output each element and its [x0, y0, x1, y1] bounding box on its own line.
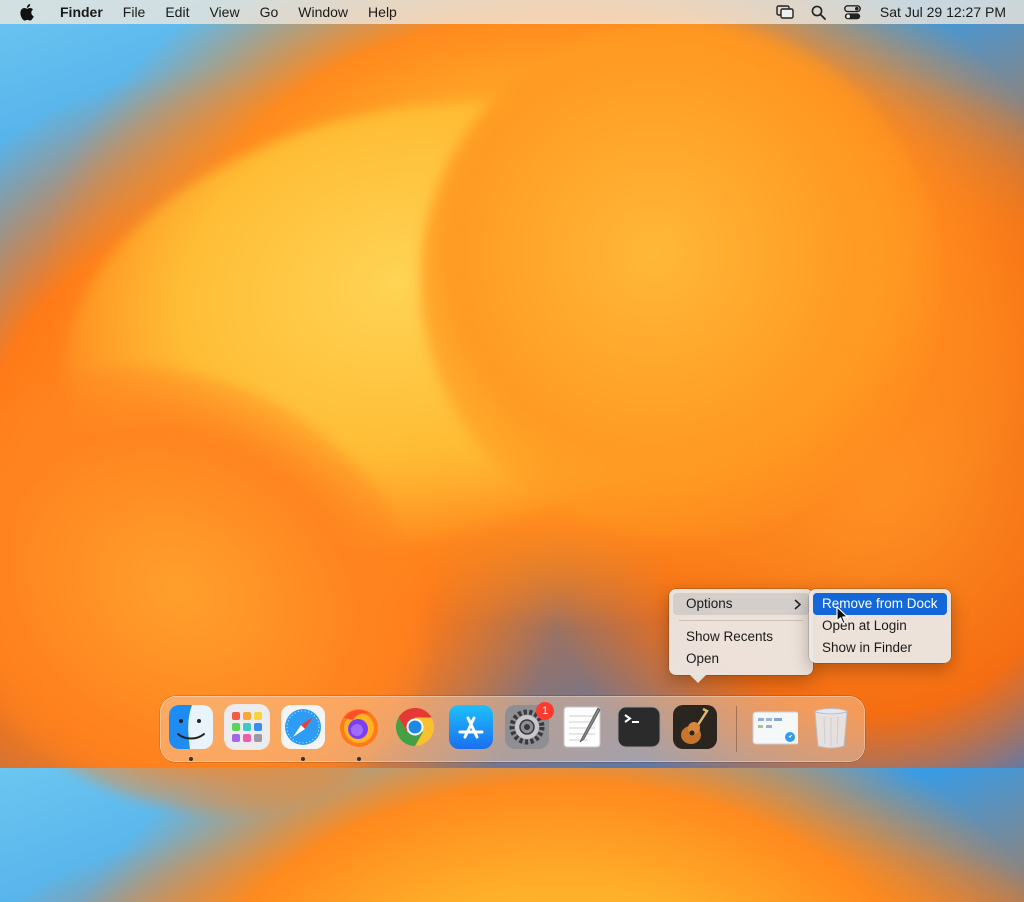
finder-icon	[169, 705, 213, 749]
chevron-right-icon	[794, 593, 802, 615]
menu-file[interactable]: File	[113, 0, 156, 24]
launchpad-icon	[225, 705, 269, 749]
notification-badge: 1	[536, 702, 554, 720]
menu-item-options[interactable]: Options	[673, 593, 809, 615]
menu-edit[interactable]: Edit	[155, 0, 199, 24]
menu-window[interactable]: Window	[288, 0, 358, 24]
downloads-stack-icon	[752, 711, 800, 745]
garageband-icon	[673, 705, 717, 749]
dock-app-app-store[interactable]	[448, 704, 494, 750]
chrome-icon	[395, 707, 434, 747]
search-icon[interactable]	[808, 2, 830, 22]
dock-app-terminal[interactable]	[616, 704, 662, 750]
menu-view[interactable]: View	[199, 0, 249, 24]
terminal-icon	[617, 706, 661, 748]
menu-item-remove-from-dock[interactable]: Remove from Dock	[813, 593, 947, 615]
menu-go[interactable]: Go	[250, 0, 289, 24]
textedit-icon	[563, 706, 601, 748]
menu-item-show-recents[interactable]: Show Recents	[673, 626, 809, 648]
menu-item-options-label: Options	[686, 596, 733, 611]
options-submenu: Remove from Dock Open at Login Show in F…	[809, 589, 951, 663]
menu-pointer-tail	[689, 674, 707, 683]
mouse-cursor-icon	[836, 606, 850, 626]
dock-app-textedit[interactable]	[560, 704, 606, 750]
app-store-icon	[449, 705, 493, 749]
menu-item-open[interactable]: Open	[673, 648, 809, 670]
menu-clock[interactable]: Sat Jul 29 12:27 PM	[870, 4, 1024, 20]
dock-app-firefox[interactable]	[336, 704, 382, 750]
dock-trash[interactable]	[808, 704, 854, 750]
dock-app-garageband[interactable]	[672, 704, 718, 750]
dock-divider	[736, 706, 737, 752]
running-indicator	[301, 757, 305, 761]
menu-help[interactable]: Help	[358, 0, 407, 24]
menu-item-show-in-finder[interactable]: Show in Finder	[813, 637, 947, 659]
dock: 1	[160, 696, 865, 762]
screen-mirroring-icon[interactable]	[774, 2, 796, 22]
wallpaper-petal	[420, 20, 940, 540]
running-indicator	[357, 757, 361, 761]
dock-downloads-stack[interactable]	[752, 704, 800, 750]
dock-app-launchpad[interactable]	[224, 704, 270, 750]
menu-bar: Finder File Edit View Go Window Help Sat…	[0, 0, 1024, 24]
menu-app-name[interactable]: Finder	[50, 0, 113, 24]
menu-separator	[679, 620, 803, 621]
menu-item-open-at-login[interactable]: Open at Login	[813, 615, 947, 637]
dock-app-safari[interactable]	[280, 704, 326, 750]
dock-app-finder[interactable]	[168, 704, 214, 750]
dock-app-chrome[interactable]	[392, 704, 438, 750]
trash-icon	[814, 708, 848, 749]
control-center-icon[interactable]	[842, 2, 864, 22]
firefox-icon	[340, 709, 378, 747]
running-indicator	[189, 757, 193, 761]
dock-context-menu: Options Show Recents Open	[669, 589, 813, 675]
apple-menu-icon[interactable]	[16, 2, 36, 22]
safari-icon	[281, 705, 325, 749]
